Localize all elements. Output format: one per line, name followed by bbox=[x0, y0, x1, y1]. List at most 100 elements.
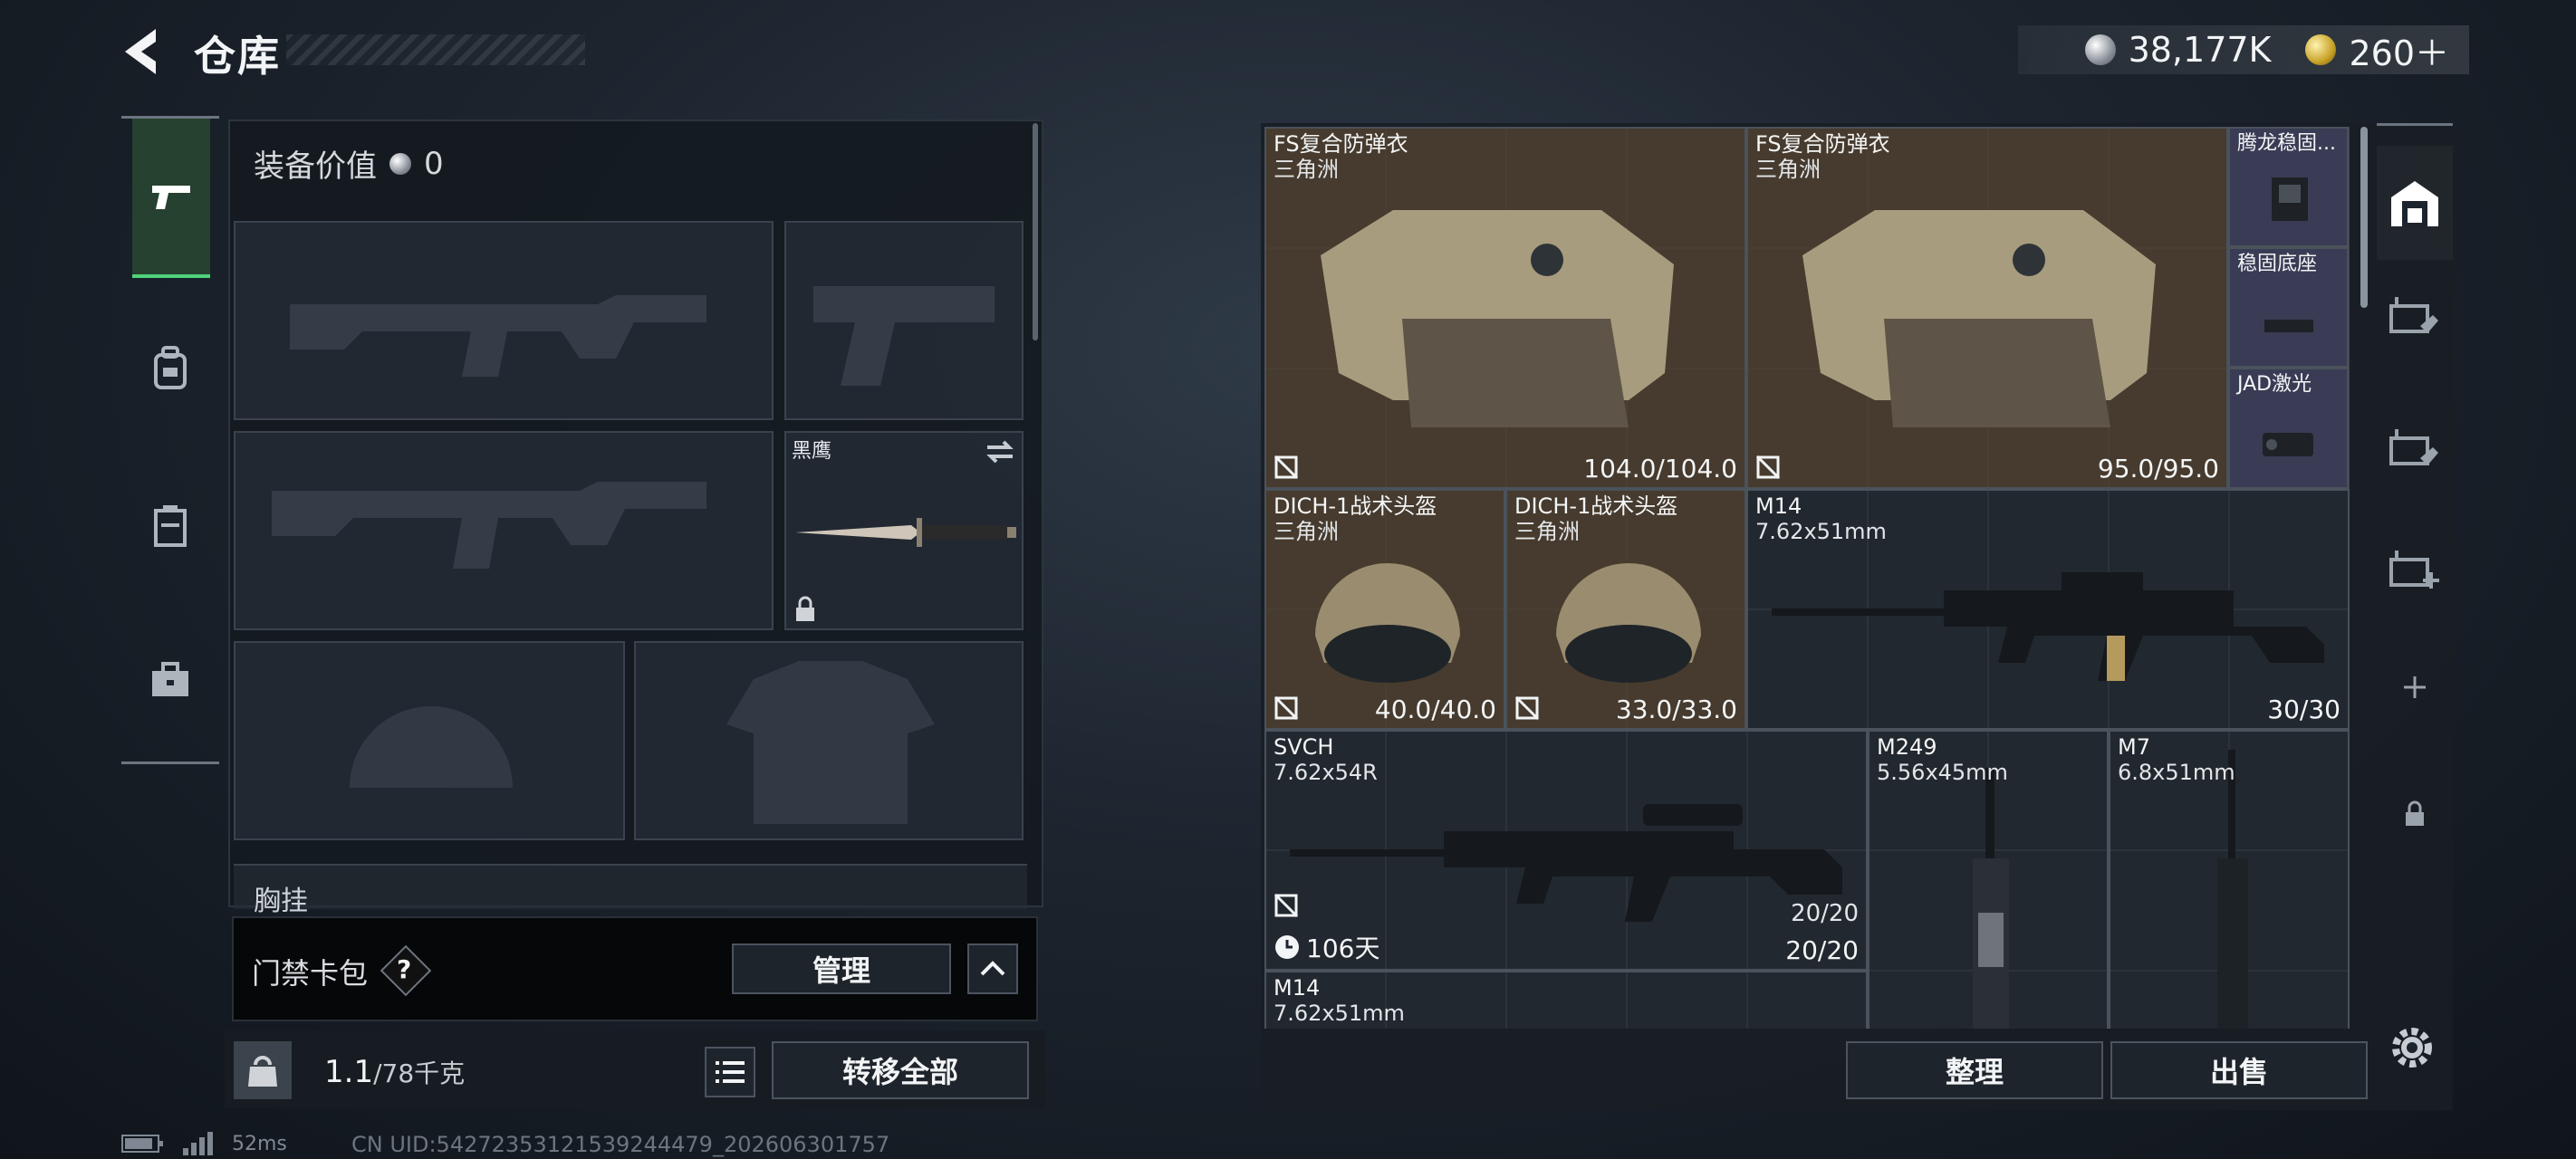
rifle-icon bbox=[1290, 804, 1842, 922]
chest-rig-slot-header[interactable]: 胸挂 bbox=[234, 864, 1027, 917]
weight-max: /78千克 bbox=[373, 1058, 466, 1088]
gold-currency-value[interactable]: 260＋ bbox=[2349, 25, 2449, 75]
chest-rig-icon bbox=[154, 505, 187, 547]
no-bind-icon bbox=[1514, 695, 1540, 721]
stash-item-attachment[interactable]: JAD激光 bbox=[2228, 368, 2349, 489]
item-subtitle: 7.62x54R bbox=[1274, 760, 1378, 785]
title-decoration bbox=[286, 34, 585, 65]
kettlebell-icon bbox=[248, 1056, 277, 1087]
pistol-silhouette-icon bbox=[813, 286, 995, 386]
stash-item-rifle[interactable]: M14 7.62x51mm 30/30 bbox=[1746, 489, 2350, 730]
item-timer-value: 106天 bbox=[1306, 934, 1380, 963]
pistol-slot[interactable] bbox=[784, 221, 1024, 420]
item-name: DICH-1战术头盔 bbox=[1514, 493, 1678, 519]
stash-item-rifle[interactable]: M14 7.62x51mm bbox=[1264, 971, 1868, 1029]
rail-tab-weapons[interactable] bbox=[132, 119, 210, 278]
item-durability: 104.0/104.0 bbox=[1583, 454, 1737, 484]
item-name: SVCH bbox=[1274, 734, 1334, 760]
body-armor-icon bbox=[1321, 210, 1674, 427]
manage-button[interactable]: 管理 bbox=[732, 943, 951, 994]
gold-coin-icon bbox=[2305, 34, 2337, 65]
item-ammo-secondary: 20/20 bbox=[1791, 900, 1859, 927]
equipment-value-amount: 0 bbox=[424, 145, 444, 182]
rifle-icon bbox=[2217, 750, 2248, 1029]
chest-rig-label: 胸挂 bbox=[254, 886, 308, 917]
lock-icon bbox=[2406, 800, 2424, 826]
status-bar: 52ms bbox=[121, 1132, 287, 1155]
battery-icon bbox=[121, 1135, 163, 1153]
item-subtitle: 5.56x45mm bbox=[1877, 760, 2008, 785]
item-timer: 106天 bbox=[1274, 929, 1379, 965]
transfer-all-button[interactable]: 转移全部 bbox=[772, 1041, 1029, 1099]
weight-readout: 1.1/78千克 bbox=[324, 1054, 465, 1090]
pistol-icon bbox=[152, 186, 190, 209]
stash-item-rifle[interactable]: SVCH 7.62x54R 20/20 106天 20/20 bbox=[1264, 730, 1868, 971]
silver-currency-value: 38,177K bbox=[2128, 30, 2272, 70]
item-subtitle: 三角洲 bbox=[1274, 157, 1339, 182]
expand-button[interactable] bbox=[967, 943, 1018, 994]
list-view-button[interactable] bbox=[705, 1047, 755, 1097]
stash-tab-3[interactable] bbox=[2377, 394, 2453, 503]
stash-tab-2[interactable] bbox=[2377, 262, 2453, 370]
equipment-scrollbar[interactable] bbox=[1033, 123, 1038, 340]
item-name: DICH-1战术头盔 bbox=[1274, 493, 1437, 519]
grip-icon bbox=[2272, 177, 2308, 221]
rifle-silhouette-icon bbox=[272, 482, 706, 569]
stash-item-rifle[interactable]: M249 5.56x45mm bbox=[1868, 730, 2109, 1029]
help-icon-glyph: ? bbox=[397, 954, 412, 984]
ping-value: 52ms bbox=[232, 1132, 287, 1155]
rail-tab-case[interactable] bbox=[134, 608, 207, 752]
backpack-icon bbox=[154, 346, 187, 389]
item-durability: 95.0/95.0 bbox=[2097, 454, 2219, 484]
stash-item-armor[interactable]: FS复合防弹衣 三角洲 104.0/104.0 bbox=[1264, 127, 1746, 489]
back-arrow-icon[interactable] bbox=[120, 27, 165, 76]
melee-slot[interactable]: 黑鹰 bbox=[784, 431, 1024, 630]
primary-weapon-slot[interactable] bbox=[234, 221, 774, 420]
no-bind-icon bbox=[1755, 455, 1781, 480]
stash-item-helmet[interactable]: DICH-1战术头盔 三角洲 40.0/40.0 bbox=[1264, 489, 1505, 730]
equipment-value-label: 装备价值 bbox=[254, 148, 377, 185]
stash-item-rifle[interactable]: M7 6.8x51mm bbox=[2109, 730, 2350, 1029]
gear-icon[interactable] bbox=[2384, 1020, 2440, 1076]
sell-button[interactable]: 出售 bbox=[2110, 1041, 2368, 1099]
warehouse-icon bbox=[2391, 181, 2438, 226]
equipment-value: 装备价值 0 bbox=[254, 141, 444, 186]
item-name: M7 bbox=[2118, 734, 2150, 760]
stash-tab-main[interactable] bbox=[2377, 146, 2453, 260]
no-bind-icon bbox=[1274, 695, 1299, 721]
stash-item-attachment[interactable]: 稳固底座 bbox=[2228, 247, 2349, 368]
briefcase-icon bbox=[152, 662, 188, 696]
add-stash-tab-button[interactable] bbox=[2377, 642, 2453, 733]
stash-item-helmet[interactable]: DICH-1战术头盔 三角洲 33.0/33.0 bbox=[1505, 489, 1746, 730]
plus-icon bbox=[2404, 676, 2426, 698]
item-subtitle: 7.62x51mm bbox=[1755, 519, 1887, 544]
swap-icon[interactable] bbox=[984, 438, 1016, 465]
knife-icon bbox=[795, 518, 1016, 547]
item-ammo: 20/20 bbox=[1785, 935, 1859, 965]
helmet-slot[interactable] bbox=[234, 641, 625, 840]
lock-icon bbox=[796, 596, 814, 621]
helmet-icon bbox=[1556, 563, 1701, 683]
armor-slot[interactable] bbox=[634, 641, 1024, 840]
rifle-silhouette-icon bbox=[290, 295, 706, 377]
sort-button[interactable]: 整理 bbox=[1846, 1041, 2103, 1099]
item-subtitle: 三角洲 bbox=[1514, 519, 1580, 544]
clock-icon bbox=[1275, 935, 1299, 959]
rifle-icon bbox=[1772, 572, 2324, 681]
weight-icon bbox=[234, 1041, 292, 1099]
laser-icon bbox=[2263, 433, 2313, 456]
stash-item-attachment[interactable]: 腾龙稳固... bbox=[2228, 127, 2349, 247]
user-uid: CN UID:5427235312153924447​9_20260630175… bbox=[351, 1132, 890, 1157]
stash-item-armor[interactable]: FS复合防弹衣 三角洲 95.0/95.0 bbox=[1746, 127, 2228, 489]
secondary-weapon-slot[interactable] bbox=[234, 431, 774, 630]
rail-tab-backpack[interactable] bbox=[134, 296, 207, 441]
item-name: M14 bbox=[1755, 493, 1802, 519]
stash-scrollbar[interactable] bbox=[2360, 127, 2368, 308]
stash-tab-4[interactable] bbox=[2377, 515, 2453, 624]
item-name: JAD激光 bbox=[2237, 373, 2312, 396]
rail-tab-chest-rig[interactable] bbox=[134, 454, 207, 599]
stash-tab-add-icon bbox=[2389, 551, 2439, 589]
weight-current: 1.1 bbox=[324, 1054, 374, 1090]
category-rail bbox=[121, 116, 219, 764]
locked-stash-tab[interactable] bbox=[2377, 769, 2453, 859]
